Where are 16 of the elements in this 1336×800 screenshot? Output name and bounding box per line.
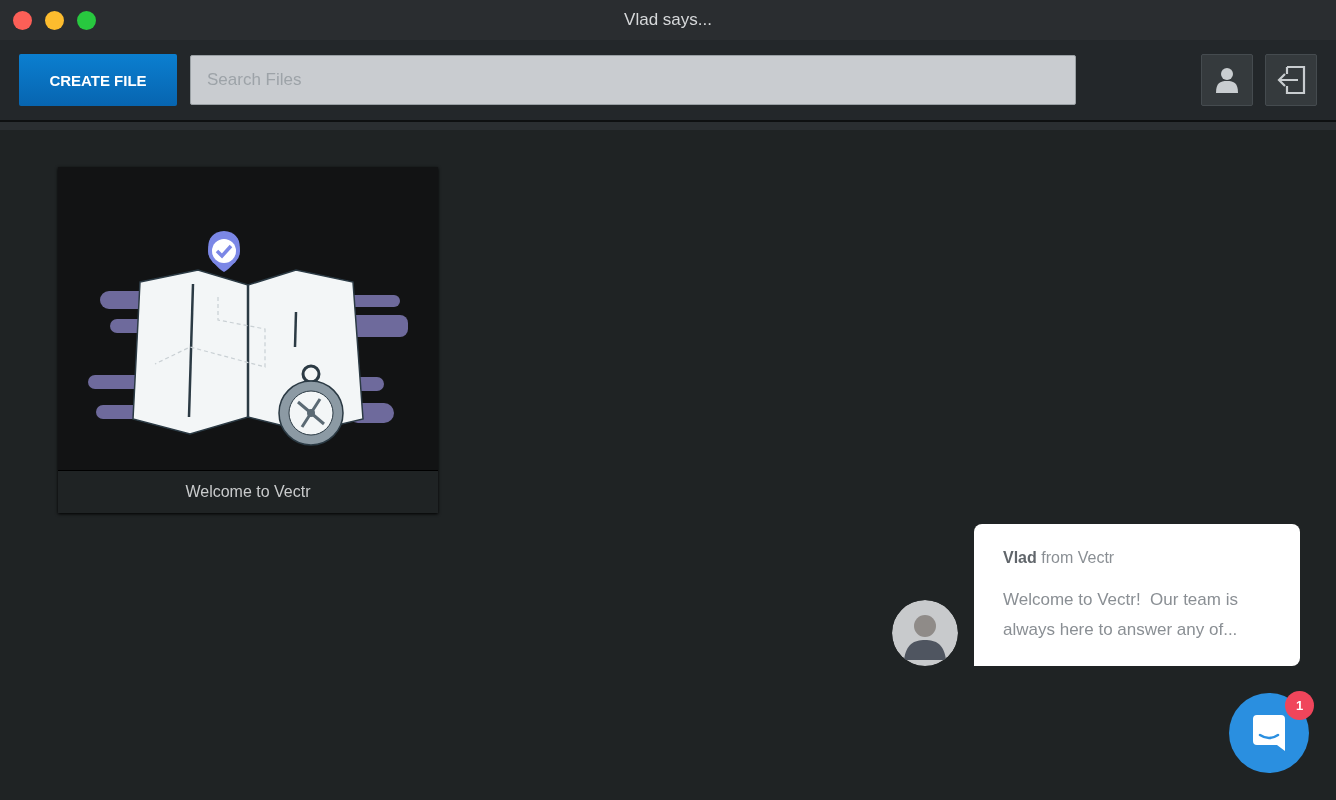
message-preview: Welcome to Vectr! Our team is always here to answer any of... [1003,589,1239,641]
minimize-button[interactable] [45,10,64,30]
window-title: Vlad says... [624,10,712,30]
file-card[interactable]: Welcome to Vectr [58,167,438,513]
person-icon [1215,67,1239,93]
close-button[interactable] [13,10,32,30]
create-file-button[interactable]: CREATE FILE [19,54,177,106]
file-name: Welcome to Vectr [58,470,438,513]
profile-button[interactable] [1201,54,1253,106]
notification-badge: 1 [1285,691,1314,720]
exit-icon [1276,66,1306,94]
sender-name: Vlad from Vectr [1003,549,1116,567]
sign-out-button[interactable] [1265,54,1317,106]
zoom-button[interactable] [77,10,96,30]
chat-message-card[interactable]: Vlad from Vectr Welcome to Vectr! Our team is always here to answer any of... [974,524,1300,666]
person-silhouette-icon [892,600,958,666]
